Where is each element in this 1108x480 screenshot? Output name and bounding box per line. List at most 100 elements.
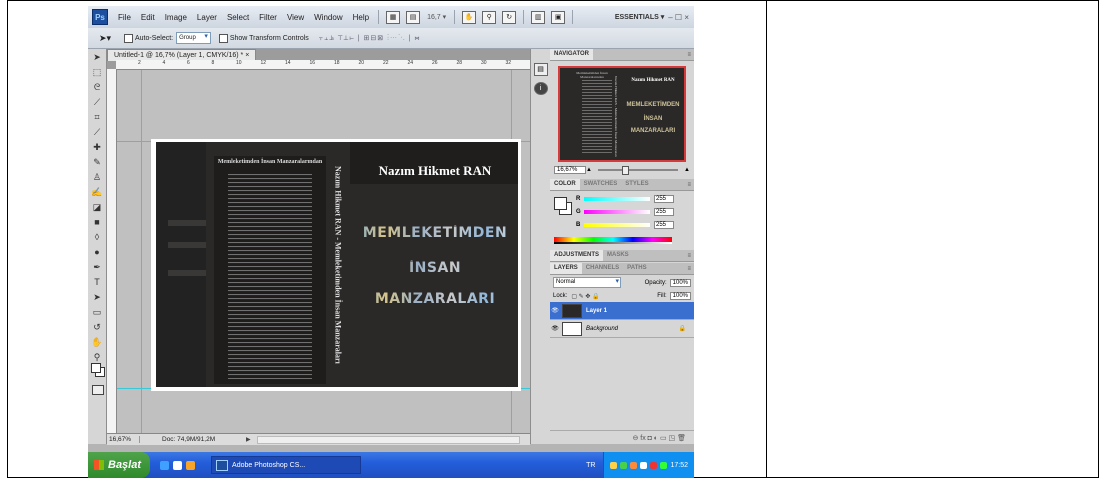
lock-options-icon[interactable]: ▢ ✎ ✥ 🔒 xyxy=(571,293,599,300)
task-photoshop[interactable]: Adobe Photoshop CS... xyxy=(211,456,362,474)
tray-icon[interactable] xyxy=(660,461,668,469)
desktop-icon[interactable] xyxy=(173,460,183,470)
zoom-in-icon[interactable]: ▲ xyxy=(684,167,690,173)
menu-file[interactable]: File xyxy=(113,13,136,22)
zoom-level-dropdown[interactable]: 16,7 ▾ xyxy=(423,13,450,21)
opacity-field[interactable]: 100% xyxy=(669,278,691,287)
rotate-view-icon[interactable]: ↻ xyxy=(502,10,517,24)
history-brush-icon[interactable]: ✍ xyxy=(90,186,104,199)
photoshop-logo-icon[interactable]: Ps xyxy=(92,9,108,25)
menu-layer[interactable]: Layer xyxy=(192,13,222,22)
vertical-ruler[interactable] xyxy=(107,69,117,433)
crop-tool-icon[interactable]: ⌗ xyxy=(90,111,104,124)
media-icon[interactable] xyxy=(186,460,196,470)
menu-window[interactable]: Window xyxy=(309,13,347,22)
minibridge-icon[interactable]: ▤ xyxy=(406,10,421,24)
shape-tool-icon[interactable]: ▭ xyxy=(90,306,104,319)
navigator-zoom-slider[interactable] xyxy=(597,166,679,175)
tray-icon[interactable] xyxy=(630,461,638,469)
navigator-zoom-field[interactable]: 16,67% xyxy=(554,166,586,174)
screen-mode-icon[interactable]: ▣ xyxy=(551,10,566,24)
history-panel-icon[interactable]: ▤ xyxy=(533,63,548,76)
menu-select[interactable]: Select xyxy=(222,13,254,22)
blur-tool-icon[interactable]: ◊ xyxy=(90,231,104,244)
auto-select-dropdown[interactable]: Group xyxy=(176,32,211,44)
color-fg-swatch[interactable] xyxy=(554,197,567,210)
tab-styles[interactable]: STYLES xyxy=(621,179,652,190)
status-menu-arrow-icon[interactable]: ▶ xyxy=(242,436,251,443)
auto-select-checkbox[interactable] xyxy=(124,33,133,43)
layer-row[interactable]: 👁 Layer 1 xyxy=(550,302,694,320)
navigator-thumbnail[interactable]: Memleketimden İnsan Manzaralarından Nazı… xyxy=(558,66,686,162)
marquee-tool-icon[interactable]: ⬚ xyxy=(90,66,104,79)
panel-menu-icon[interactable]: ≡ xyxy=(687,182,694,188)
menu-view[interactable]: View xyxy=(282,13,309,22)
panel-menu-icon[interactable]: ≡ xyxy=(687,266,694,272)
move-tool-preset-icon[interactable]: ➤▾ xyxy=(94,31,116,45)
layer-name[interactable]: Layer 1 xyxy=(586,308,694,314)
foreground-color-swatch[interactable] xyxy=(91,363,101,373)
canvas-area[interactable]: Memleketimden İnsan Manzaralarından Nazı… xyxy=(117,70,530,433)
guide-line[interactable] xyxy=(141,70,142,433)
channel-value[interactable]: 255 xyxy=(654,208,674,216)
tab-layers[interactable]: LAYERS xyxy=(550,263,582,274)
panel-menu-icon[interactable]: ≡ xyxy=(687,253,694,259)
layer-name[interactable]: Background xyxy=(586,326,679,332)
quick-selection-icon[interactable]: ⟋ xyxy=(90,96,104,109)
tab-channels[interactable]: CHANNELS xyxy=(582,263,623,274)
book-cover-artwork[interactable]: Memleketimden İnsan Manzaralarından Nazı… xyxy=(156,142,518,387)
start-button[interactable]: Başlat xyxy=(88,452,151,478)
panel-menu-icon[interactable]: ≡ xyxy=(687,52,694,58)
tab-masks[interactable]: MASKS xyxy=(603,250,633,261)
hand-tool-icon[interactable]: ✋ xyxy=(90,336,104,349)
clock[interactable]: 17:52 xyxy=(670,462,688,469)
channel-value[interactable]: 255 xyxy=(654,195,674,203)
eye-icon[interactable]: 👁 xyxy=(550,307,560,314)
healing-brush-icon[interactable]: ✚ xyxy=(90,141,104,154)
tray-icon[interactable] xyxy=(640,461,648,469)
fill-field[interactable]: 100% xyxy=(669,292,691,300)
info-panel-icon[interactable]: i xyxy=(533,82,548,95)
pen-tool-icon[interactable]: ✒ xyxy=(90,261,104,274)
menu-filter[interactable]: Filter xyxy=(254,13,282,22)
lasso-tool-icon[interactable]: ᘓ xyxy=(90,81,104,94)
color-spectrum-ramp[interactable] xyxy=(554,237,672,244)
tab-adjustments[interactable]: ADJUSTMENTS xyxy=(550,250,604,261)
eyedropper-icon[interactable]: ⟋ xyxy=(90,126,104,139)
bridge-icon[interactable]: ▦ xyxy=(386,10,401,24)
tab-swatches[interactable]: SWATCHES xyxy=(580,179,622,190)
tray-icon[interactable] xyxy=(610,461,618,469)
horizontal-scrollbar[interactable] xyxy=(257,436,520,444)
dodge-tool-icon[interactable]: ● xyxy=(90,246,104,259)
window-controls[interactable]: – ☐ × xyxy=(668,13,694,22)
clone-stamp-icon[interactable]: ♙ xyxy=(90,171,104,184)
eraser-icon[interactable]: ◪ xyxy=(90,201,104,214)
hand-tool-icon[interactable]: ✋ xyxy=(462,10,477,24)
tab-paths[interactable]: PATHS xyxy=(623,263,650,274)
layers-footer-icons[interactable]: ⊖ fx ◘ ◐ ▭ ◳ 🗑 xyxy=(550,430,694,444)
align-buttons-icon[interactable]: ⫟⫠⫡ ⊤⊥⊢ | ⊞⊟⊠ ⋮⋯⋱ | ⋈ xyxy=(319,34,421,43)
zoom-out-icon[interactable]: ▲ xyxy=(586,167,592,173)
channel-slider[interactable] xyxy=(584,223,650,227)
tray-icon[interactable] xyxy=(620,461,628,469)
eye-icon[interactable]: 👁 xyxy=(550,325,560,332)
status-zoom-field[interactable]: 16,67% xyxy=(107,436,140,443)
gradient-tool-icon[interactable]: ■ xyxy=(90,216,104,229)
3d-rotate-icon[interactable]: ↺ xyxy=(90,321,104,334)
menu-help[interactable]: Help xyxy=(348,13,374,22)
channel-slider[interactable] xyxy=(584,197,650,201)
show-transform-checkbox[interactable] xyxy=(218,33,228,43)
language-indicator[interactable]: TR xyxy=(586,462,603,469)
tab-color[interactable]: COLOR xyxy=(550,179,580,190)
path-selection-icon[interactable]: ➤ xyxy=(90,291,104,304)
horizontal-ruler[interactable]: 2 4 6 8 10 12 14 16 18 20 22 24 26 28 30 32 xyxy=(116,60,530,70)
brush-tool-icon[interactable]: ✎ xyxy=(90,156,104,169)
layer-row[interactable]: 👁 Background 🔒 xyxy=(550,320,694,338)
move-tool-icon[interactable]: ➤ xyxy=(90,51,104,64)
type-tool-icon[interactable]: T xyxy=(90,276,104,289)
channel-value[interactable]: 255 xyxy=(654,221,674,229)
quick-mask-icon[interactable] xyxy=(92,385,104,395)
tray-icon[interactable] xyxy=(650,461,658,469)
menu-image[interactable]: Image xyxy=(160,13,192,22)
zoom-tool-icon[interactable]: ⚲ xyxy=(482,10,497,24)
